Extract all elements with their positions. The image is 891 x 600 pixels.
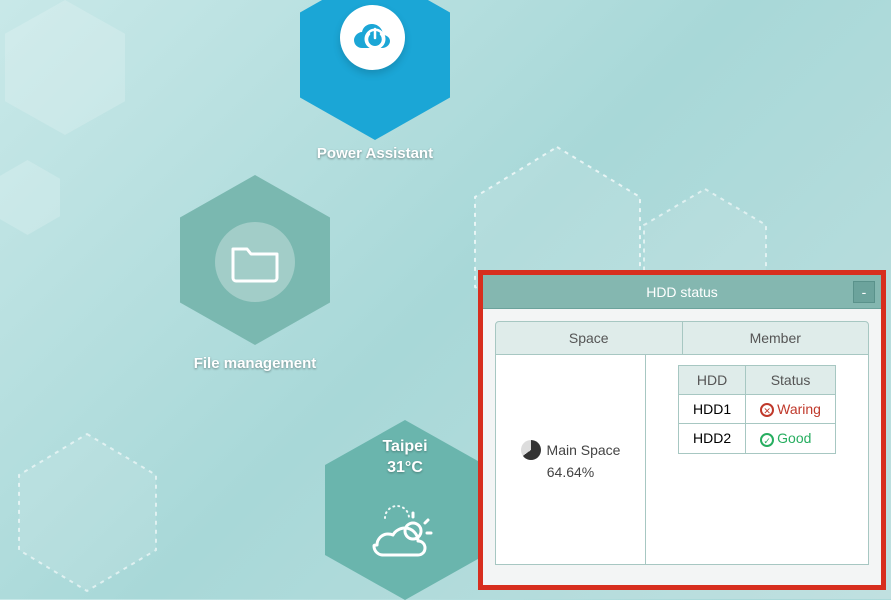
app-file-management-label: File management [155, 355, 355, 372]
weather-temperature: 31°C [387, 459, 423, 477]
weather-city: Taipei [382, 438, 427, 456]
column-member: Member [683, 322, 869, 354]
weather-icon [355, 483, 455, 563]
table-row: HDD2 ✓Good [679, 424, 836, 453]
member-table: HDD Status HDD1 ✕Waring HDD2 ✓Good [678, 365, 836, 454]
widget-body: Main Space 64.64% HDD Status HDD1 ✕Warin… [495, 355, 869, 565]
empty-hex-small [0, 160, 60, 235]
widget-title: HDD status [646, 284, 718, 300]
weather-widget[interactable]: Taipei 31°C [325, 420, 485, 600]
widget-header: HDD status - [483, 275, 881, 309]
status-warning-icon: ✕ [760, 403, 774, 417]
hdd-name: HDD1 [679, 395, 746, 424]
status-good-icon: ✓ [760, 433, 774, 447]
space-cell: Main Space 64.64% [496, 355, 646, 564]
hdd-status: ✓Good [746, 424, 836, 453]
hdd-name: HDD2 [679, 424, 746, 453]
widget-column-headers: Space Member [495, 321, 869, 355]
empty-hex-dotted [15, 430, 160, 595]
table-row: HDD1 ✕Waring [679, 395, 836, 424]
power-assistant-icon [340, 5, 405, 70]
folder-icon [215, 222, 295, 302]
member-cell: HDD Status HDD1 ✕Waring HDD2 ✓Good [646, 355, 868, 564]
column-space: Space [496, 322, 683, 354]
space-usage-percent: 64.64% [547, 464, 594, 480]
app-power-assistant-label: Power Assistant [275, 145, 475, 162]
pie-chart-icon [521, 440, 541, 460]
member-col-hdd: HDD [679, 366, 746, 395]
hdd-status: ✕Waring [746, 395, 836, 424]
space-name: Main Space [547, 442, 621, 458]
widget-minimize-button[interactable]: - [853, 281, 875, 303]
empty-hex [5, 0, 125, 135]
member-col-status: Status [746, 366, 836, 395]
hdd-status-widget: HDD status - Space Member Main Space 64.… [478, 270, 886, 590]
